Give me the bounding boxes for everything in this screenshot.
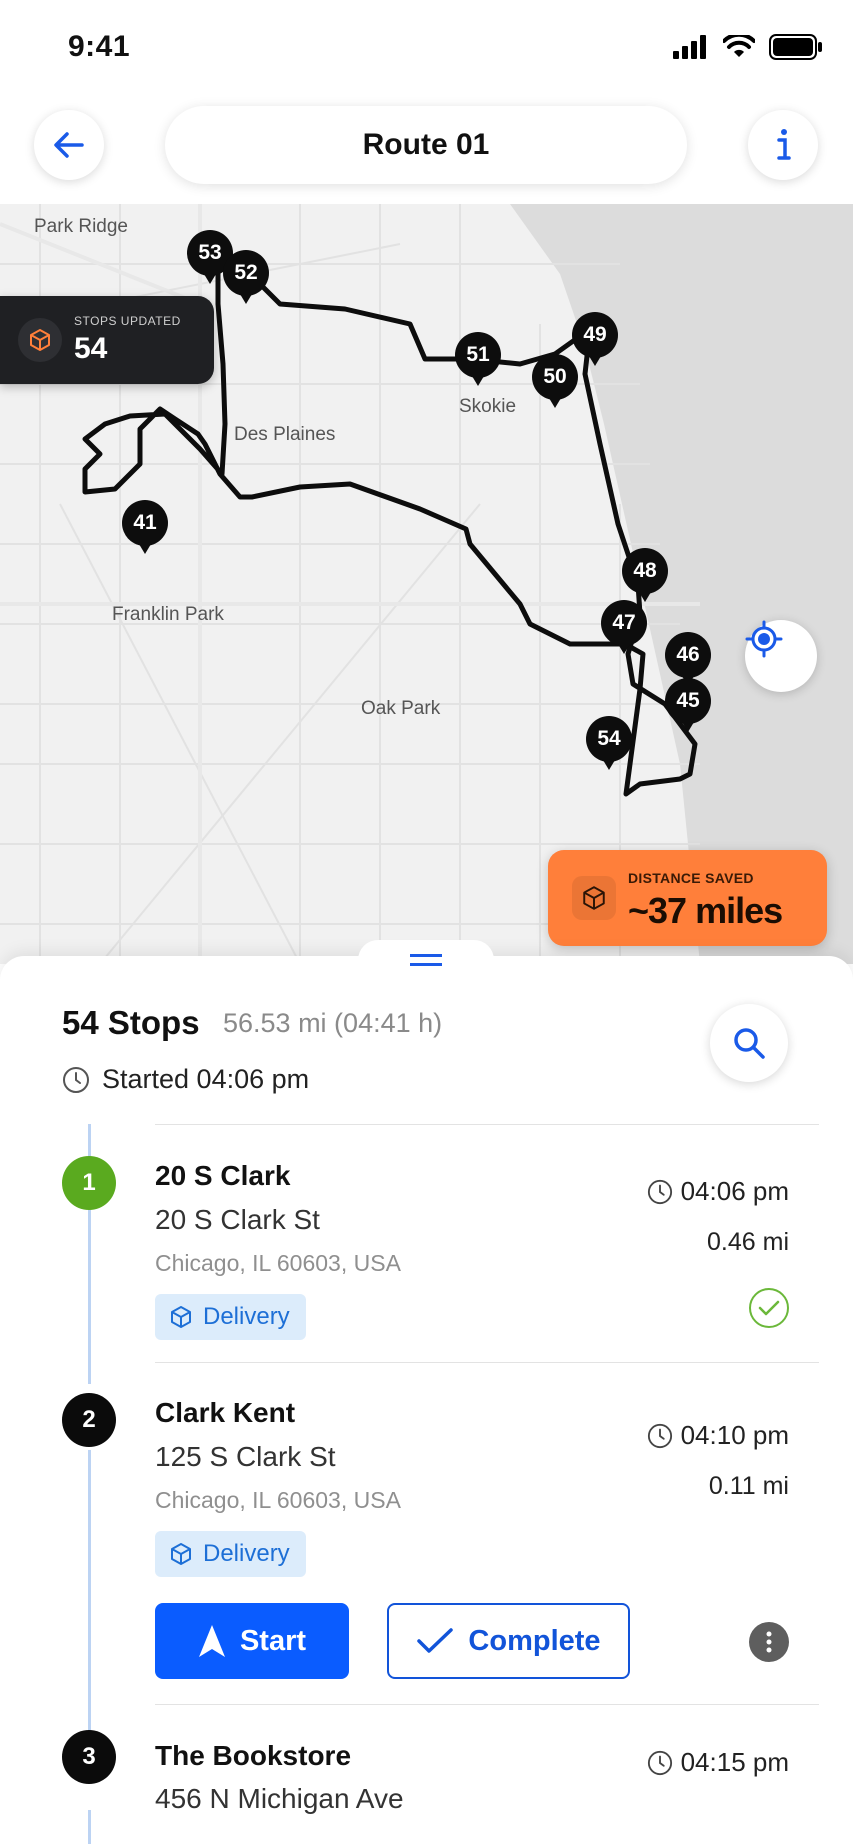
arrow-left-icon <box>54 132 84 158</box>
navigation-arrow-icon <box>198 1625 225 1657</box>
stops-updated-card: STOPS UPDATED 54 <box>0 296 214 384</box>
completed-check-icon <box>749 1288 789 1328</box>
map-pin-48[interactable]: 48 <box>622 548 668 602</box>
clock-icon <box>647 1423 672 1448</box>
search-button[interactable] <box>710 1004 788 1082</box>
distance-saved-label: DISTANCE SAVED <box>628 870 754 886</box>
stop-address-2: 125 S Clark St <box>155 1441 336 1472</box>
stop-time-text: 04:10 pm <box>680 1420 789 1450</box>
package-icon <box>572 876 616 920</box>
sheet-handle[interactable] <box>358 940 494 980</box>
map-label-des-plaines: Des Plaines <box>234 424 336 445</box>
map-label-franklin-park: Franklin Park <box>112 604 224 625</box>
delivery-tag-label: Delivery <box>203 1540 290 1567</box>
map-pin-45[interactable]: 45 <box>665 678 711 732</box>
delivery-tag-label: Delivery <box>203 1303 290 1330</box>
map-pin-51[interactable]: 51 <box>455 332 501 386</box>
stops-count: 54 Stops <box>62 1004 200 1041</box>
package-icon <box>171 1306 191 1328</box>
status-icons <box>673 32 823 65</box>
stop-number-3: 3 <box>62 1730 116 1784</box>
status-time: 9:41 <box>68 30 131 63</box>
stop-time-text: 04:15 pm <box>680 1747 789 1777</box>
complete-button-label: Complete <box>468 1624 601 1657</box>
stop-name-2[interactable]: Clark Kent <box>155 1397 295 1429</box>
stop-city-1: Chicago, IL 60603, USA <box>155 1250 401 1276</box>
map-pin-46[interactable]: 46 <box>665 632 711 686</box>
drag-handle-icon <box>410 954 442 966</box>
clock-icon <box>647 1179 672 1204</box>
locate-button[interactable] <box>745 620 817 692</box>
checkmark-icon <box>417 1628 454 1653</box>
info-icon <box>777 129 791 160</box>
stop-number-2: 2 <box>62 1393 116 1447</box>
stop-name-3[interactable]: The Bookstore <box>155 1740 351 1772</box>
stop-time-3: 04:15 pm <box>647 1747 789 1778</box>
divider <box>155 1124 819 1125</box>
more-options-button[interactable] <box>749 1622 789 1662</box>
map-pin-41[interactable]: 41 <box>122 500 168 554</box>
search-icon <box>734 1028 765 1059</box>
package-icon <box>18 318 62 362</box>
map-label-skokie: Skokie <box>459 396 517 417</box>
distance-saved-value: ~37 miles <box>628 890 783 931</box>
map-pin-47[interactable]: 47 <box>601 600 647 654</box>
clock-icon <box>63 1066 89 1093</box>
info-button[interactable] <box>748 110 818 180</box>
page-title: Route 01 <box>165 106 687 184</box>
stop-time-2: 04:10 pm <box>647 1420 789 1451</box>
complete-button[interactable]: Complete <box>387 1603 630 1679</box>
stops-updated-value: 54 <box>74 332 108 365</box>
timeline-line <box>88 1810 91 1844</box>
status-bar: 9:41 <box>0 0 853 100</box>
map-pin-49[interactable]: 49 <box>572 312 618 366</box>
map-label-park-ridge: Park Ridge <box>34 216 128 237</box>
delivery-tag-2: Delivery <box>155 1531 306 1577</box>
stop-address-1: 20 S Clark St <box>155 1204 320 1235</box>
package-icon <box>171 1543 191 1565</box>
stops-updated-label: STOPS UPDATED <box>74 314 181 328</box>
map-pin-54[interactable]: 54 <box>586 716 632 770</box>
more-vertical-icon <box>766 1631 772 1653</box>
map-label-oak-park: Oak Park <box>361 698 441 719</box>
stop-city-2: Chicago, IL 60603, USA <box>155 1487 401 1513</box>
distance-saved-card: DISTANCE SAVED ~37 miles <box>548 850 827 946</box>
crosshair-icon <box>745 620 783 658</box>
stop-address-3: 456 N Michigan Ave <box>155 1783 404 1814</box>
start-button[interactable]: Start <box>155 1603 349 1679</box>
stop-time-text: 04:06 pm <box>680 1176 789 1206</box>
route-started: Started 04:06 pm <box>62 1064 309 1095</box>
stop-time-1: 04:06 pm <box>647 1176 789 1207</box>
delivery-tag-1: Delivery <box>155 1294 306 1340</box>
clock-icon <box>647 1750 672 1775</box>
route-distance-time: 56.53 mi (04:41 h) <box>223 1008 443 1038</box>
route-started-text: Started 04:06 pm <box>102 1064 310 1094</box>
wifi-icon <box>722 32 756 64</box>
stop-distance-1: 0.46 mi <box>707 1228 789 1256</box>
timeline-line <box>88 1450 91 1772</box>
battery-icon <box>769 34 823 65</box>
back-button[interactable] <box>34 110 104 180</box>
divider <box>155 1704 819 1705</box>
start-button-label: Start <box>239 1624 307 1657</box>
signal-icon <box>673 35 709 64</box>
stop-distance-2: 0.11 mi <box>708 1472 789 1500</box>
map-pin-50[interactable]: 50 <box>532 354 578 408</box>
divider <box>155 1362 819 1363</box>
stop-name-1[interactable]: 20 S Clark <box>155 1160 290 1192</box>
stop-number-1: 1 <box>62 1156 116 1210</box>
map-pin-52[interactable]: 52 <box>223 250 269 304</box>
